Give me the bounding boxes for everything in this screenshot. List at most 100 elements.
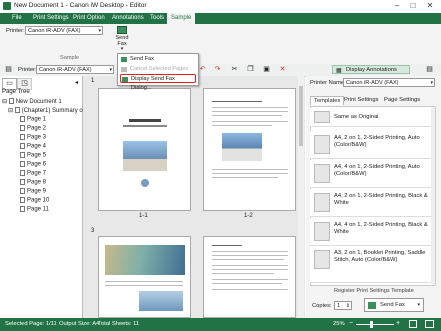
template-icon [314, 250, 330, 269]
template-icon [314, 135, 330, 154]
zoom-slider[interactable] [356, 321, 394, 328]
dropdown-send-fax[interactable]: Send Fax [120, 55, 196, 64]
tree-item-page[interactable]: Page 3 [20, 134, 46, 141]
template-icon [314, 164, 330, 183]
menu-tools[interactable]: Tools [150, 15, 164, 21]
dialog-icon [122, 77, 128, 82]
zoom-slider-thumb[interactable] [370, 321, 373, 328]
fit-page-icon[interactable] [409, 320, 417, 328]
page-thumbnail[interactable] [98, 88, 191, 211]
vertical-scrollbar[interactable] [298, 76, 304, 318]
copies-label: Copies: [312, 303, 332, 309]
tree-item-page[interactable]: Page 7 [20, 170, 46, 177]
close-icon[interactable]: ✕ [424, 1, 436, 11]
undo-icon[interactable]: ↶ [198, 66, 207, 73]
tree-item-page[interactable]: Page 4 [20, 143, 46, 150]
page-heading [129, 119, 161, 122]
right-pane-toggle-icon[interactable]: ▤ [425, 66, 434, 73]
template-item[interactable]: A4, 4 on 1, 2-Sided Printing, Black & Wh… [310, 218, 432, 246]
copies-value: 1 [337, 303, 341, 309]
template-label: A3, 2 on 1, Booklet Printing, Saddle Sti… [334, 250, 426, 263]
tree-item-page[interactable]: Page 8 [20, 179, 46, 186]
printer-name-select[interactable]: Canon iR-ADV (FAX) ▾ [343, 78, 435, 87]
tree-item-page[interactable]: Page 11 [20, 206, 49, 213]
tab-page-settings[interactable]: Page Settings [384, 97, 420, 103]
page-photo [139, 291, 183, 311]
register-template-link[interactable]: Register Print Settings Template [334, 288, 414, 294]
page-icon [20, 161, 25, 167]
scrollbar-thumb[interactable] [299, 86, 303, 146]
zoom-out-icon[interactable]: − [349, 320, 353, 327]
printer-name-value: Canon iR-ADV (FAX) [346, 80, 399, 86]
maximize-icon[interactable]: □ [407, 1, 419, 11]
page-icon [20, 197, 25, 203]
template-item[interactable]: A4, 4 on 1, 2-Sided Printing, Auto (Colo… [310, 160, 432, 188]
ribbon-printer-value: Canon iR-ADV (FAX) [28, 28, 81, 34]
template-label: A4, 4 on 1, 2-Sided Printing, Auto (Colo… [334, 164, 420, 177]
tree-item-page[interactable]: Page 2 [20, 125, 46, 132]
template-icon [314, 193, 330, 212]
text-line [212, 265, 288, 266]
copies-stepper[interactable]: 1 ⇕ [334, 301, 352, 310]
template-item[interactable]: A4, 2 on 1, 2-Sided Printing, Auto (Colo… [310, 131, 432, 159]
tree-item-chapter[interactable]: ⊟ (Chapter1) Summary of R [8, 107, 90, 114]
text-line [212, 279, 288, 280]
zoom-in-icon[interactable]: + [396, 320, 400, 327]
tree-item-page[interactable]: Page 1 [20, 116, 46, 123]
display-annotations-button[interactable]: ▦ Display Annotations [332, 65, 410, 74]
tree-tab-collapse-icon[interactable]: ◂ [75, 79, 78, 86]
menu-annotations[interactable]: Annotations [112, 15, 144, 21]
status-selected-page: Selected Page: 1/11 [5, 321, 57, 327]
page-logo [141, 179, 149, 187]
page-thumbnail[interactable] [98, 236, 191, 318]
page-icon [20, 116, 25, 122]
fax-icon [368, 302, 376, 309]
minimize-icon[interactable]: – [391, 1, 403, 11]
page-thumbnail[interactable] [203, 236, 296, 318]
window-title: New Document 1 - Canon iW Desktop - Edit… [14, 2, 147, 9]
fax-icon [121, 57, 127, 62]
tab-print-settings[interactable]: Print Settings [344, 97, 378, 103]
text-line [212, 173, 288, 174]
page-icon [20, 179, 25, 185]
template-scrollbar[interactable] [431, 108, 435, 284]
menu-file[interactable]: File [12, 15, 22, 21]
page-icon [20, 134, 25, 140]
tree-item-page[interactable]: Page 5 [20, 152, 46, 159]
title-bar: New Document 1 - Canon iW Desktop - Edit… [0, 0, 441, 12]
left-pane-toggle-icon[interactable]: ▤ [4, 66, 13, 73]
toolbar-printer-select[interactable]: Canon iR-ADV (FAX) ▾ [36, 65, 114, 74]
page-photo [105, 245, 185, 275]
send-fax-button[interactable]: Send Fax ▾ [364, 298, 424, 312]
text-line [212, 121, 288, 122]
template-item[interactable]: A4, 2 on 1, 2-Sided Printing, Black & Wh… [310, 189, 432, 217]
cut-icon[interactable]: ✂ [230, 66, 239, 73]
menu-print-option[interactable]: Print Option [73, 15, 105, 21]
tree-item-page[interactable]: Page 6 [20, 161, 46, 168]
page-thumbnail[interactable] [203, 88, 296, 211]
template-icon [314, 111, 330, 123]
page-photo [123, 141, 167, 171]
tree-item-page[interactable]: Page 9 [20, 188, 46, 195]
copy-icon[interactable]: ❐ [246, 66, 255, 73]
template-item[interactable]: A3, 2 on 1, Booklet Printing, Saddle Sti… [310, 246, 432, 283]
template-item[interactable]: Same as Original [310, 108, 432, 127]
menu-print-settings[interactable]: Print Settings [33, 15, 69, 21]
tree-item-page[interactable]: Page 10 [20, 197, 49, 204]
page-view: 1 1-1 1-2 3 [83, 76, 305, 318]
paste-icon[interactable]: ▣ [262, 66, 271, 73]
dropdown-display-send-fax-dialog[interactable]: Display Send Fax Dialog... [120, 74, 196, 91]
menu-sample[interactable]: Sample [167, 13, 196, 24]
dropdown-cancel-selected-pages: Cancel Selected Pages [120, 65, 196, 74]
redo-icon[interactable]: ↷ [213, 66, 222, 73]
printer-name-label: Printer Name: [310, 80, 346, 86]
send-fax-ribbon-button[interactable]: Send Fax ▾ [112, 25, 132, 52]
tree-item-document[interactable]: ⊟ New Document 1 [2, 98, 62, 105]
delete-icon[interactable]: ✕ [278, 66, 287, 73]
tab-templates[interactable]: Templates [310, 96, 345, 105]
ribbon-printer-select[interactable]: Canon iR-ADV (FAX) ▾ [25, 26, 103, 35]
display-annotations-label: Display Annotations [346, 67, 397, 73]
page-label: 1-1 [139, 213, 148, 219]
fit-width-icon[interactable] [425, 320, 434, 328]
page-icon [20, 152, 25, 158]
